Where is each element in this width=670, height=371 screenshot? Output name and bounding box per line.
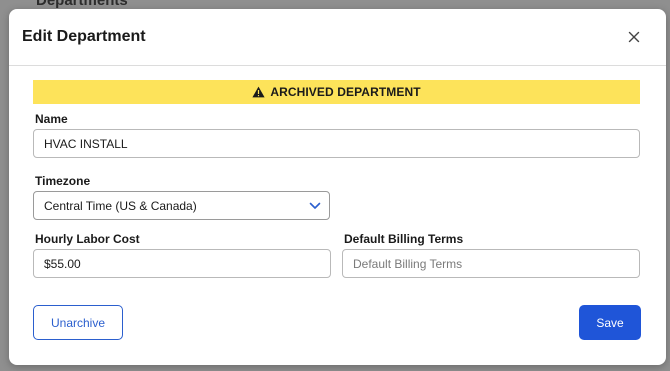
name-label: Name	[35, 112, 68, 126]
close-icon	[628, 31, 640, 43]
default-billing-terms-label: Default Billing Terms	[344, 232, 464, 246]
hourly-labor-cost-input[interactable]	[33, 249, 331, 278]
timezone-value: Central Time (US & Canada)	[44, 198, 197, 213]
timezone-label: Timezone	[35, 174, 91, 188]
default-billing-terms-input[interactable]	[342, 249, 640, 278]
close-button[interactable]	[624, 27, 644, 47]
hourly-labor-cost-label: Hourly Labor Cost	[35, 232, 140, 246]
timezone-select[interactable]: Central Time (US & Canada)	[33, 191, 330, 220]
backdrop-page-title: Departments	[36, 0, 128, 9]
save-button[interactable]: Save	[579, 305, 641, 340]
chevron-down-icon	[309, 202, 321, 209]
modal-header: Edit Department	[9, 9, 666, 66]
name-input[interactable]	[33, 129, 640, 158]
modal-title: Edit Department	[22, 28, 146, 45]
unarchive-button[interactable]: Unarchive	[33, 305, 123, 340]
warning-icon	[252, 86, 265, 98]
banner-text: ARCHIVED DEPARTMENT	[270, 85, 421, 99]
archived-banner: ARCHIVED DEPARTMENT	[33, 80, 640, 104]
edit-department-modal: Edit Department ARCHIVED DEPARTMENT Name…	[9, 9, 666, 365]
